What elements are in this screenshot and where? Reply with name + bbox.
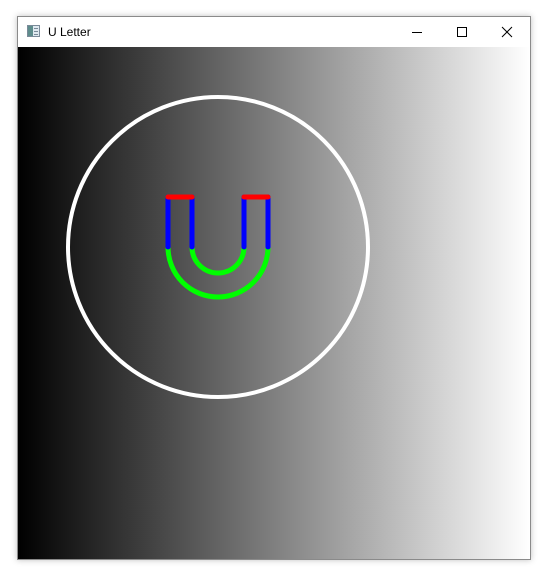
app-window-icon	[27, 25, 40, 37]
window-title: U Letter	[48, 25, 91, 39]
maximize-icon	[457, 27, 467, 37]
app-window: U Letter	[17, 16, 531, 560]
maximize-button[interactable]	[439, 17, 485, 47]
gradient-background	[18, 47, 530, 559]
close-icon	[501, 26, 513, 38]
canvas-svg	[18, 47, 530, 559]
minimize-button[interactable]	[394, 17, 440, 47]
drawing-canvas[interactable]	[18, 47, 530, 559]
title-bar[interactable]: U Letter	[18, 17, 530, 47]
close-button[interactable]	[484, 17, 530, 47]
minimize-icon	[412, 32, 422, 33]
